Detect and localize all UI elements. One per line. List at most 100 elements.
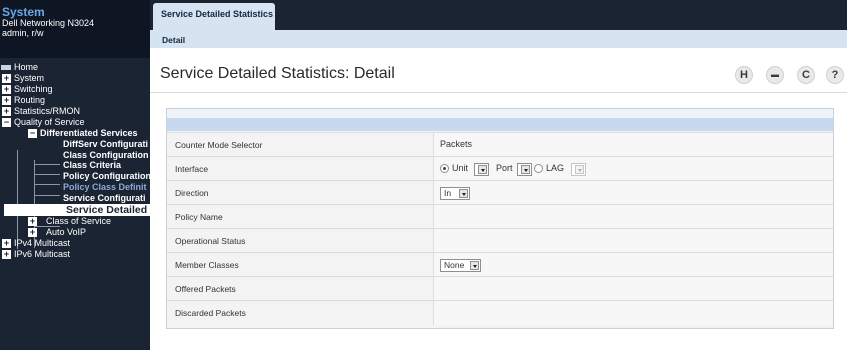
lag-radio-label: LAG <box>546 163 565 173</box>
sidebar-item-label: Home <box>14 62 39 72</box>
unit-radio-label: Unit <box>452 163 469 173</box>
chevron-down-icon <box>459 189 468 198</box>
system-title: System <box>2 5 45 19</box>
sidebar-item-switching[interactable]: + Switching <box>0 84 150 95</box>
collapse-icon[interactable]: − <box>2 118 11 127</box>
offered-packets-label: Offered Packets <box>175 284 236 294</box>
user-info: admin, r/w <box>2 28 44 38</box>
port-label: Port <box>496 163 513 173</box>
sidebar-item-class-of-service[interactable]: + Class of Service <box>0 216 150 227</box>
table-header-top <box>167 109 833 118</box>
refresh-icon[interactable]: C <box>797 66 815 84</box>
direction-select[interactable]: In <box>440 187 470 200</box>
sidebar-item-label: Policy Configuration <box>63 171 150 181</box>
operational-status-cell <box>433 229 833 253</box>
member-classes-label: Member Classes <box>175 260 239 270</box>
sidebar-item-policy-class-definition[interactable]: Policy Class Definit <box>0 182 150 193</box>
sidebar-item-label: Class Criteria <box>63 160 122 170</box>
table-row: Offered Packets <box>167 276 833 301</box>
table-row: Policy Name <box>167 204 833 229</box>
direction-cell: In <box>433 181 833 205</box>
table-row: Direction In <box>167 180 833 205</box>
sidebar-item-label: Service Configurati <box>63 193 146 203</box>
sidebar-item-ipv6-multicast[interactable]: + IPv6 Multicast <box>0 249 150 260</box>
discarded-packets-cell <box>433 301 833 325</box>
sidebar-item-label: Service Detailed <box>66 204 148 216</box>
interface-cell: Unit Port LAG <box>433 157 833 181</box>
table-row: Interface Unit Port LAG <box>167 156 833 181</box>
sidebar-item-label: Routing <box>14 95 46 105</box>
divider <box>150 92 847 93</box>
discarded-packets-label: Discarded Packets <box>175 308 246 318</box>
chevron-down-icon <box>575 165 584 174</box>
expand-icon[interactable]: + <box>2 107 11 116</box>
member-classes-select[interactable]: None <box>440 259 481 272</box>
sidebar-item-label: IPv4 Multicast <box>14 238 71 248</box>
sidebar-item-label: Auto VoIP <box>46 227 87 237</box>
sidebar-item-routing[interactable]: + Routing <box>0 95 150 106</box>
table-row: Member Classes None <box>167 252 833 277</box>
sidebar-item-auto-voip[interactable]: + Auto VoIP <box>0 227 150 238</box>
chevron-down-icon <box>478 165 487 174</box>
sidebar-item-label: Switching <box>14 84 53 94</box>
system-header: System Dell Networking N3024 admin, r/w <box>0 0 150 58</box>
sidebar-item-statistics-rmon[interactable]: + Statistics/RMON <box>0 106 150 117</box>
sidebar-item-label: System <box>14 73 45 83</box>
help-icon[interactable]: H <box>735 66 753 84</box>
direction-label: Direction <box>175 188 209 198</box>
counter-mode-value: Packets <box>440 139 473 149</box>
expand-icon[interactable]: + <box>2 74 11 83</box>
sidebar-item-service-configuration[interactable]: Service Configurati <box>0 193 150 204</box>
question-icon[interactable]: ? <box>826 66 844 84</box>
policy-name-cell <box>433 205 833 229</box>
chevron-down-icon <box>470 261 479 270</box>
expand-icon[interactable]: + <box>28 217 37 226</box>
expand-icon[interactable]: + <box>28 228 37 237</box>
sidebar: System Dell Networking N3024 admin, r/w … <box>0 0 150 350</box>
tab-service-detailed-statistics[interactable]: Service Detailed Statistics <box>153 3 275 30</box>
chevron-down-icon <box>521 165 530 174</box>
expand-icon[interactable]: + <box>2 96 11 105</box>
policy-name-label: Policy Name <box>175 212 223 222</box>
table-row: Discarded Packets <box>167 300 833 325</box>
unit-radio[interactable] <box>440 164 449 173</box>
sidebar-item-label: Class of Service <box>46 216 112 226</box>
operational-status-label: Operational Status <box>175 236 246 246</box>
sidebar-item-class-criteria[interactable]: Class Criteria <box>0 160 150 171</box>
sidebar-item-system[interactable]: + System <box>0 73 150 84</box>
expand-icon[interactable]: + <box>2 239 11 248</box>
sub-tab-bar <box>150 30 847 48</box>
member-classes-cell: None <box>433 253 833 277</box>
tab-detail[interactable]: Detail <box>162 35 185 45</box>
sidebar-item-label: Statistics/RMON <box>14 106 81 116</box>
page-title: Service Detailed Statistics: Detail <box>160 65 395 82</box>
sidebar-item-label: DiffServ Configurati <box>63 139 149 149</box>
statistics-table: Counter Mode Selector Packets Interface … <box>166 108 834 329</box>
offered-packets-cell <box>433 277 833 301</box>
port-select[interactable] <box>517 163 532 176</box>
expand-icon[interactable]: + <box>2 85 11 94</box>
member-classes-value: None <box>444 260 465 270</box>
device-model: Dell Networking N3024 <box>2 18 95 28</box>
sidebar-item-quality-of-service[interactable]: − Quality of Service <box>0 117 150 128</box>
sidebar-item-label: IPv6 Multicast <box>14 249 71 259</box>
sidebar-item-label: Quality of Service <box>14 117 85 127</box>
home-icon <box>1 65 11 70</box>
sidebar-item-service-detailed[interactable]: Service Detailed <box>4 204 150 216</box>
expand-icon[interactable]: + <box>2 250 11 259</box>
sidebar-item-diffserv-configuration[interactable]: DiffServ Configurati <box>0 139 150 150</box>
sidebar-item-differentiated-services[interactable]: − Differentiated Services <box>0 128 150 139</box>
counter-mode-cell: Packets <box>433 133 833 157</box>
table-row: Counter Mode Selector Packets <box>167 132 833 157</box>
lag-radio[interactable] <box>534 164 543 173</box>
lag-select[interactable] <box>571 163 586 176</box>
print-icon[interactable]: ▬ <box>766 66 784 84</box>
collapse-icon[interactable]: − <box>28 129 37 138</box>
sidebar-item-label: Differentiated Services <box>40 128 138 138</box>
sidebar-item-ipv4-multicast[interactable]: + IPv4 Multicast <box>0 238 150 249</box>
unit-select[interactable] <box>474 163 489 176</box>
interface-label: Interface <box>175 164 209 174</box>
sidebar-item-home[interactable]: Home <box>0 62 150 73</box>
sidebar-item-label: Policy Class Definit <box>63 182 147 192</box>
sidebar-item-policy-configuration[interactable]: Policy Configuration <box>0 171 150 182</box>
